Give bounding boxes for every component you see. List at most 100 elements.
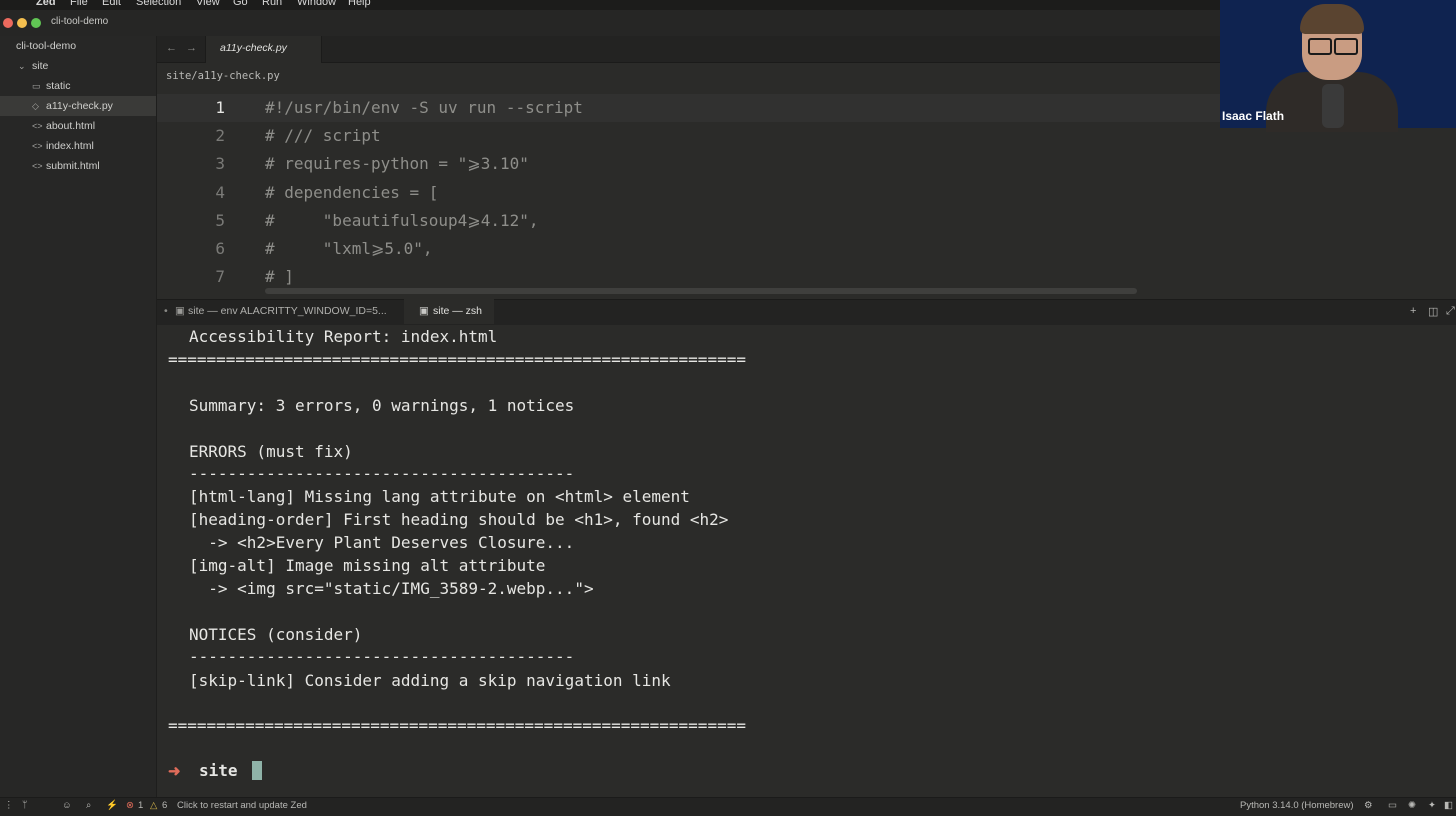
tree-item-site[interactable]: ⌄ site [0, 56, 156, 76]
error-detail-line: -> <h2>Every Plant Deserves Closure... [189, 533, 575, 552]
menu-view[interactable]: View [196, 0, 220, 8]
tree-item-label: submit.html [46, 160, 100, 172]
collab-icon[interactable]: ☺ [62, 800, 72, 811]
minimize-window-button[interactable] [17, 18, 27, 28]
maximize-icon[interactable]: ⤢ [1446, 305, 1455, 318]
error-line: [heading-order] First heading should be … [189, 510, 729, 529]
notification-icon[interactable]: ◧ [1444, 800, 1453, 811]
tab-label: site — env ALACRITTY_WINDOW_ID=5... [188, 305, 387, 317]
language-selector[interactable]: Python 3.14.0 (Homebrew) [1240, 800, 1354, 811]
line-number: 3 [215, 154, 225, 173]
tree-item-a11y-check[interactable]: ◇ a11y-check.py [0, 96, 156, 116]
report-title: Accessibility Report: index.html [189, 327, 498, 346]
tree-item-label: site [32, 60, 49, 72]
tree-item-submit[interactable]: <> submit.html [0, 156, 156, 176]
tree-item-static[interactable]: ▭ static [0, 76, 156, 96]
line-number: 7 [215, 267, 225, 286]
assistant-icon[interactable]: ✦ [1428, 800, 1436, 811]
debug-icon[interactable]: ✺ [1408, 800, 1416, 811]
tree-item-label: about.html [46, 120, 96, 132]
microphone-icon [1322, 84, 1344, 128]
report-summary: Summary: 3 errors, 0 warnings, 1 notices [189, 396, 575, 415]
line-number: 1 [215, 98, 225, 117]
menu-help[interactable]: Help [348, 0, 371, 8]
prompt-arrow-icon: ➜ [168, 763, 181, 780]
git-branch-icon[interactable]: ᛘ [22, 800, 28, 811]
line-number: 2 [215, 126, 225, 145]
settings-icon[interactable]: ⚙ [1364, 800, 1373, 811]
forward-arrow-icon[interactable]: → [186, 42, 197, 54]
tree-item-index[interactable]: <> index.html [0, 136, 156, 156]
close-icon[interactable]: • [164, 299, 168, 324]
tree-item-about[interactable]: <> about.html [0, 116, 156, 136]
prompt-directory: site [199, 761, 238, 780]
menu-window[interactable]: Window [297, 0, 336, 8]
error-line: [img-alt] Image missing alt attribute [189, 556, 546, 575]
breadcrumb[interactable]: site/a11y-check.py [166, 70, 280, 82]
presenter-name: Isaac Flath [1222, 109, 1285, 123]
error-icon[interactable]: ⊗ [126, 800, 134, 811]
code-file-icon: <> [32, 121, 43, 131]
file-icon: ◇ [32, 101, 39, 111]
terminal-icon: ▣ [175, 305, 185, 317]
code-line[interactable]: # /// script [265, 126, 381, 145]
glasses-icon [1334, 38, 1358, 55]
dash-line: ---------------------------------------- [189, 647, 575, 666]
webcam-person-hair [1300, 4, 1364, 34]
tree-item-label: a11y-check.py [46, 100, 113, 112]
tab-terminal-zsh[interactable]: ▣ site — zsh [404, 299, 494, 324]
dash-line: ---------------------------------------- [189, 464, 575, 483]
error-detail-line: -> <img src="static/IMG_3589-2.webp..."> [189, 579, 594, 598]
back-arrow-icon[interactable]: ← [166, 42, 177, 54]
line-number: 4 [215, 183, 225, 202]
code-file-icon: <> [32, 141, 43, 151]
horizontal-scrollbar[interactable] [265, 288, 1137, 294]
lightning-icon[interactable]: ⚡ [106, 800, 118, 811]
chevron-down-icon: ⌄ [18, 61, 26, 71]
terminal-panel[interactable]: Accessibility Report: index.html =======… [157, 325, 1456, 797]
project-panel: cli-tool-demo ⌄ site ▭ static ◇ a11y-che… [0, 36, 157, 797]
panel-icon[interactable]: ▭ [1388, 800, 1397, 811]
close-window-button[interactable] [3, 18, 13, 28]
notice-line: [skip-link] Consider adding a skip navig… [189, 671, 671, 690]
code-file-icon: <> [32, 161, 43, 171]
code-line[interactable]: # requires-python = "⩾3.10" [265, 154, 529, 173]
code-line[interactable]: # dependencies = [ [265, 183, 438, 202]
tree-root[interactable]: cli-tool-demo [0, 36, 156, 56]
error-count[interactable]: 1 [138, 800, 143, 811]
tree-root-label: cli-tool-demo [16, 40, 77, 52]
separator-line: ========================================… [168, 716, 746, 735]
zoom-window-button[interactable] [31, 18, 41, 28]
code-line[interactable]: # "beautifulsoup4⩾4.12", [265, 211, 539, 230]
warning-count[interactable]: 6 [162, 800, 167, 811]
warning-icon[interactable]: △ [150, 800, 157, 811]
code-line[interactable]: # ] [265, 267, 294, 286]
code-line[interactable]: #!/usr/bin/env -S uv run --script [265, 98, 583, 117]
menu-file[interactable]: File [70, 0, 88, 8]
menu-edit[interactable]: Edit [102, 0, 121, 8]
tab-label: a11y-check.py [220, 42, 287, 54]
line-number: 6 [215, 239, 225, 258]
line-number: 5 [215, 211, 225, 230]
menu-selection[interactable]: Selection [136, 0, 181, 8]
split-icon[interactable]: ◫ [1428, 305, 1438, 318]
menu-run[interactable]: Run [262, 0, 282, 8]
terminal-icon: ▣ [419, 305, 429, 317]
notices-heading: NOTICES (consider) [189, 625, 363, 644]
project-title[interactable]: cli-tool-demo [51, 16, 108, 27]
code-editor[interactable]: 1 #!/usr/bin/env -S uv run --script 2 # … [157, 92, 1220, 298]
code-line[interactable]: # "lxml⩾5.0", [265, 239, 433, 258]
errors-heading: ERRORS (must fix) [189, 442, 353, 461]
search-icon[interactable]: ⌕ [86, 800, 91, 811]
update-message[interactable]: Click to restart and update Zed [177, 800, 307, 811]
menu-go[interactable]: Go [233, 0, 248, 8]
error-line: [html-lang] Missing lang attribute on <h… [189, 487, 690, 506]
tree-item-label: index.html [46, 140, 94, 152]
menu-zed[interactable]: Zed [36, 0, 56, 8]
panel-toggle-icon[interactable]: ⋮ [4, 800, 14, 811]
plus-icon[interactable]: + [1410, 305, 1416, 317]
tab-terminal-env[interactable]: • ▣ site — env ALACRITTY_WINDOW_ID=5... [160, 299, 400, 324]
tab-a11y-check[interactable]: a11y-check.py [205, 36, 322, 63]
folder-icon: ▭ [32, 81, 41, 91]
glasses-icon [1308, 38, 1332, 55]
